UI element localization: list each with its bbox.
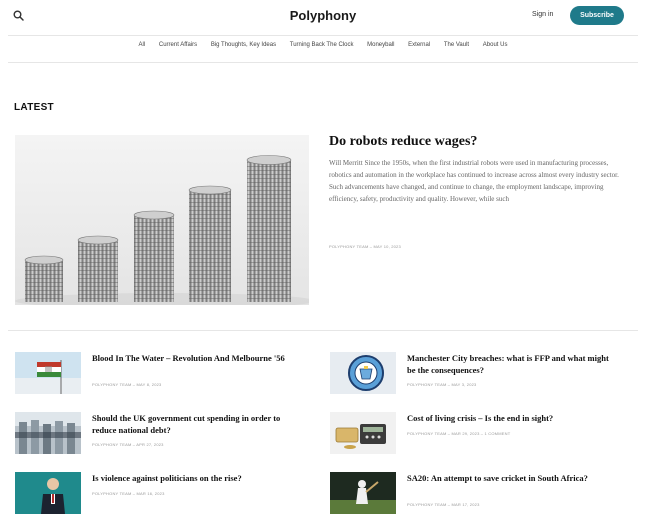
nav-item-about-us[interactable]: About Us	[483, 42, 508, 48]
nav-item-the-vault[interactable]: The Vault	[444, 42, 469, 48]
featured-article-title[interactable]: Do robots reduce wages?	[329, 134, 477, 150]
nav-item-moneyball[interactable]: Moneyball	[367, 42, 394, 48]
article-thumbnail	[330, 472, 396, 514]
article-card[interactable]: Is violence against politicians on the r…	[15, 472, 305, 515]
featured-article-meta: POLYPHONY TEAM – MAY 10, 2023	[329, 244, 401, 249]
article-title[interactable]: Manchester City breaches: what is FFP an…	[407, 352, 617, 376]
article-thumbnail	[15, 472, 81, 514]
header-divider	[8, 35, 638, 36]
top-bar: Polyphony Sign in Subscribe	[0, 0, 646, 34]
article-card[interactable]: Manchester City breaches: what is FFP an…	[330, 352, 620, 398]
article-title[interactable]: Cost of living crisis – Is the end in si…	[407, 412, 617, 424]
featured-article-excerpt: Will Merritt Since the 1950s, when the f…	[329, 159, 619, 203]
article-title[interactable]: Is violence against politicians on the r…	[92, 472, 302, 484]
article-meta: POLYPHONY TEAM – MAY 8, 2023	[92, 382, 162, 387]
article-thumbnail	[330, 352, 396, 394]
section-divider	[8, 330, 638, 331]
article-title[interactable]: Blood In The Water – Revolution And Melb…	[92, 352, 302, 364]
article-card[interactable]: Should the UK government cut spending in…	[15, 412, 305, 458]
article-card[interactable]: Blood In The Water – Revolution And Melb…	[15, 352, 305, 398]
nav-item-big-thoughts[interactable]: Big Thoughts, Key Ideas	[211, 42, 276, 48]
featured-image-coin-stacks[interactable]	[15, 135, 315, 309]
article-card[interactable]: SA20: An attempt to save cricket in Sout…	[330, 472, 620, 515]
article-meta: POLYPHONY TEAM – APR 27, 2023	[92, 442, 164, 447]
article-thumbnail	[15, 352, 81, 394]
article-thumbnail	[330, 412, 396, 454]
nav-item-all[interactable]: All	[139, 42, 146, 48]
sign-in-link[interactable]: Sign in	[532, 11, 553, 18]
nav-item-current-affairs[interactable]: Current Affairs	[159, 42, 197, 48]
article-meta: POLYPHONY TEAM – MAY 3, 2023	[407, 382, 477, 387]
article-title[interactable]: Should the UK government cut spending in…	[92, 412, 302, 436]
article-meta: POLYPHONY TEAM – MAR 17, 2023	[407, 502, 480, 507]
nav-item-external[interactable]: External	[408, 42, 430, 48]
section-heading-latest: LATEST	[14, 102, 54, 113]
category-nav: All Current Affairs Big Thoughts, Key Id…	[0, 42, 646, 48]
subscribe-button[interactable]: Subscribe	[570, 6, 624, 25]
article-title[interactable]: SA20: An attempt to save cricket in Sout…	[407, 472, 617, 484]
nav-divider	[8, 62, 638, 63]
article-meta: POLYPHONY TEAM – MAR 16, 2023	[92, 491, 165, 496]
article-thumbnail	[15, 412, 81, 454]
article-meta: POLYPHONY TEAM – MAR 29, 2023 – 1 COMMEN…	[407, 431, 511, 436]
nav-item-turning-back-the-clock[interactable]: Turning Back The Clock	[290, 42, 354, 48]
article-card[interactable]: Cost of living crisis – Is the end in si…	[330, 412, 620, 458]
